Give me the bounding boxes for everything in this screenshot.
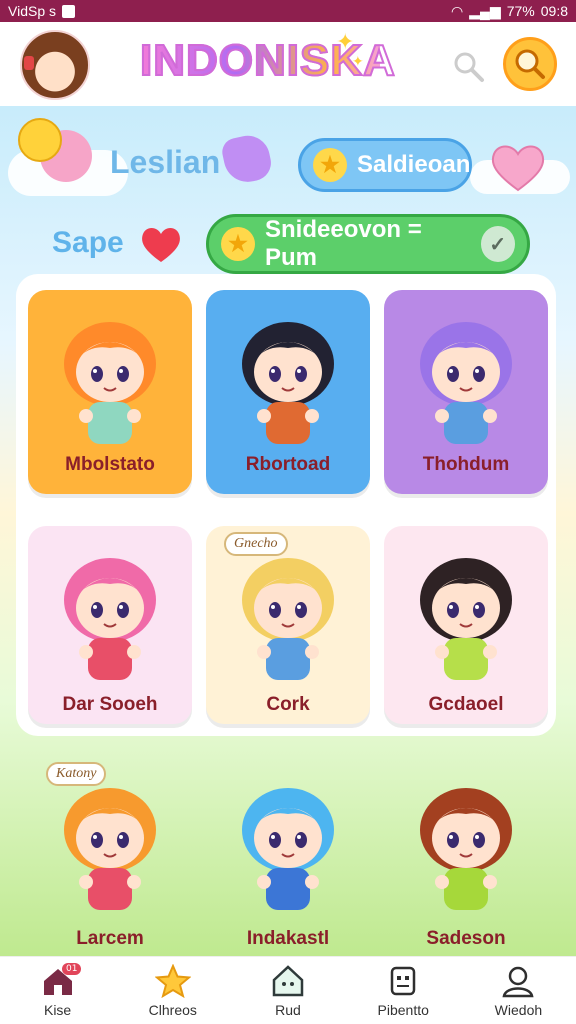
signal-icon: ▂▄▆ xyxy=(469,2,501,19)
character-name: Sadeson xyxy=(426,928,506,949)
tab-clhreos[interactable]: Clhreos xyxy=(115,957,230,1024)
status-bar: VidSp s ◠ ▂▄▆ 77% 09:8 xyxy=(0,0,576,22)
character-card[interactable]: Gcdaoel xyxy=(384,526,548,724)
character-name: Thohdum xyxy=(422,454,510,475)
star-icon xyxy=(154,963,192,998)
sparkle-icon: ✦ xyxy=(352,54,364,70)
heart-icon xyxy=(142,228,180,262)
character-card[interactable]: Thohdum xyxy=(384,290,548,494)
character-name: Mbolstato xyxy=(65,454,155,475)
sparkle-icon: ✦ xyxy=(336,30,355,55)
legend-label: Leslian xyxy=(110,144,221,180)
character-illustration xyxy=(64,322,156,444)
character-name: Cork xyxy=(266,694,310,715)
character-illustration xyxy=(420,558,512,680)
heart-icon xyxy=(491,145,545,192)
tab-label: Kise xyxy=(43,1001,72,1018)
character-name: Gcdaoel xyxy=(428,694,504,715)
robot-icon xyxy=(384,964,422,998)
character-illustration xyxy=(242,788,334,910)
bottom-tab-bar: 01 Kise Clhreos Rud Pibentto Wiedoh xyxy=(0,956,576,1024)
bow-icon xyxy=(24,56,34,70)
tab-wiedoh[interactable]: Wiedoh xyxy=(461,957,576,1024)
tab-label: Wiedoh xyxy=(494,1001,543,1018)
character-illustration xyxy=(420,788,512,910)
speech-bubble: Katony xyxy=(46,762,107,786)
character-card[interactable]: Larcem Katony xyxy=(28,756,192,954)
character-card[interactable]: Dar Sooeh xyxy=(28,526,192,724)
character-name: Dar Sooeh xyxy=(62,694,158,715)
character-illustration xyxy=(64,558,156,680)
wifi-icon: ◠ xyxy=(451,2,464,19)
filter-pill-label: Snideeovon = Pum xyxy=(265,216,422,271)
character-illustration xyxy=(64,788,156,910)
character-card[interactable]: Sadeson xyxy=(384,756,548,954)
profile-avatar[interactable] xyxy=(20,30,90,100)
star-icon: ★ xyxy=(221,227,255,261)
star-icon: ★ xyxy=(313,148,347,182)
character-illustration xyxy=(420,322,512,444)
user-icon xyxy=(499,964,537,998)
character-name: Larcem xyxy=(76,928,144,949)
filter-pill-snideeovon[interactable]: ★ Snideeovon = Pum ✓ xyxy=(206,214,530,274)
filter-pill-saldieoan[interactable]: ★ Saldieoan xyxy=(298,138,472,192)
notification-icon xyxy=(62,4,75,18)
speech-bubble: Gnecho xyxy=(224,532,288,556)
filter-pill-label: Saldieoan xyxy=(357,151,471,178)
character-card[interactable]: Mbolstato xyxy=(28,290,192,494)
tab-badge: 01 xyxy=(62,963,82,975)
status-time: 09:8 xyxy=(540,3,568,19)
character-card[interactable]: Rbortoad xyxy=(206,290,370,494)
character-card[interactable]: Indakastl xyxy=(206,756,370,954)
tab-label: Pibentto xyxy=(377,1001,429,1018)
tab-label: Rud xyxy=(275,1001,301,1018)
character-name: Indakastl xyxy=(246,928,330,949)
tab-label: Clhreos xyxy=(148,1001,197,1018)
search-icon[interactable] xyxy=(452,50,486,84)
tab-pibentto[interactable]: Pibentto xyxy=(346,957,461,1024)
save-label: Sape xyxy=(52,226,124,259)
magnifier-icon xyxy=(515,49,545,79)
house-icon xyxy=(269,964,307,998)
smiley-icon xyxy=(18,118,62,162)
tab-kise[interactable]: 01 Kise xyxy=(0,957,115,1024)
character-name: Rbortoad xyxy=(245,454,331,475)
character-card[interactable]: Cork Gnecho xyxy=(206,526,370,724)
character-illustration xyxy=(242,322,334,444)
tab-rud[interactable]: Rud xyxy=(230,957,345,1024)
search-button[interactable] xyxy=(503,37,557,91)
app-header: INDONISKA ✦ ✦ xyxy=(0,22,576,106)
check-icon[interactable]: ✓ xyxy=(480,226,515,262)
status-left-text: VidSp s xyxy=(8,3,56,19)
battery-level: 77% xyxy=(506,3,535,19)
character-illustration xyxy=(242,558,334,680)
